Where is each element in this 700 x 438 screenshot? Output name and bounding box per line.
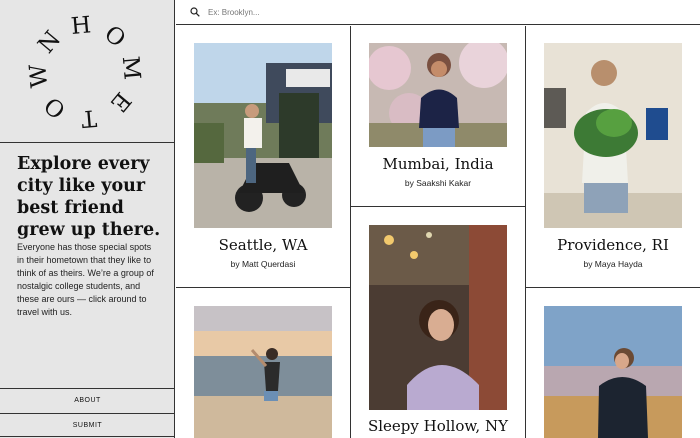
city-card-providence[interactable]: Providence, RI by Maya Hayda bbox=[526, 26, 700, 287]
card-byline: by Saakshi Kakar bbox=[404, 178, 472, 188]
about-button[interactable]: ABOUT bbox=[0, 388, 175, 412]
search-bar bbox=[176, 0, 700, 25]
card-byline: by Matt Querdasi bbox=[230, 259, 296, 269]
logo-letter: M bbox=[117, 55, 145, 81]
search-icon bbox=[190, 7, 200, 17]
card-photo bbox=[544, 306, 682, 438]
logo-letter: E bbox=[105, 87, 136, 117]
city-card-sleepy-hollow[interactable]: Sleepy Hollow, NY bbox=[351, 207, 525, 438]
card-photo bbox=[194, 43, 332, 228]
card-title: Providence, RI bbox=[557, 236, 669, 254]
city-card-beach[interactable] bbox=[176, 288, 350, 438]
logo[interactable]: HOMETOWN bbox=[0, 0, 175, 143]
card-title: Seattle, WA bbox=[218, 236, 308, 254]
card-title: Mumbai, India bbox=[382, 155, 494, 173]
card-photo bbox=[369, 225, 507, 410]
card-photo bbox=[544, 43, 682, 228]
card-title: Sleepy Hollow, NY bbox=[367, 417, 509, 435]
logo-letter: O bbox=[99, 21, 130, 53]
search-input[interactable] bbox=[208, 7, 508, 17]
city-card-seattle[interactable]: Seattle, WA by Matt Querdasi bbox=[176, 26, 350, 287]
city-grid: Seattle, WA by Matt Querdasi Mumbai, Ind… bbox=[176, 26, 700, 438]
submit-button[interactable]: SUBMIT bbox=[0, 413, 175, 437]
logo-letter: O bbox=[40, 91, 71, 123]
tagline: Explore every city like your best friend… bbox=[17, 154, 161, 240]
city-card-mumbai[interactable]: Mumbai, India by Saakshi Kakar bbox=[351, 26, 525, 206]
intro-blurb: Everyone has those special spots in thei… bbox=[17, 242, 154, 317]
logo-letter: N bbox=[33, 26, 66, 58]
card-photo bbox=[369, 43, 507, 147]
hometown-circular-logo: H OMETOWN bbox=[25, 12, 145, 131]
card-photo bbox=[194, 306, 332, 438]
card-byline: by Maya Hayda bbox=[583, 259, 643, 269]
logo-letter: W bbox=[25, 63, 53, 89]
logo-letter: T bbox=[80, 104, 98, 131]
logo-letter: H bbox=[70, 12, 92, 40]
city-card-field[interactable] bbox=[526, 288, 700, 438]
sidebar: HOMETOWN Explore every city like your be… bbox=[0, 0, 175, 438]
